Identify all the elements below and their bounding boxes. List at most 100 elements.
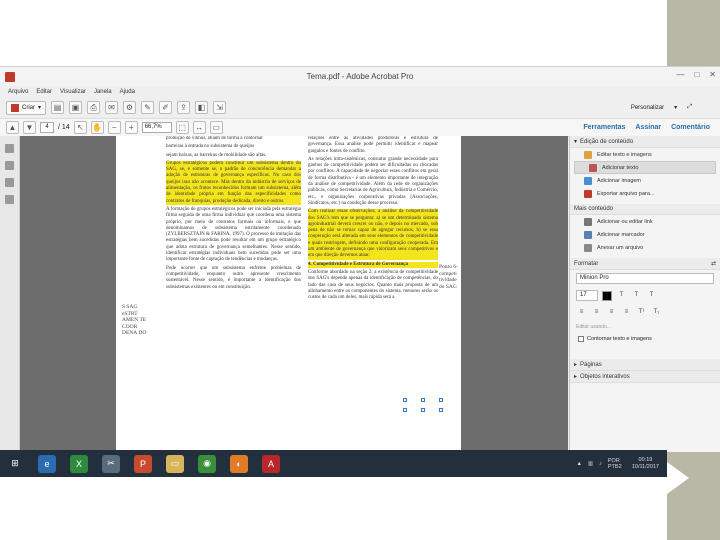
email-icon[interactable]: ✉ [105, 101, 119, 114]
font-color-swatch[interactable] [602, 290, 612, 301]
snipping-tool-icon[interactable]: ✂ [102, 454, 120, 473]
restrict-checkbox[interactable] [578, 336, 584, 342]
menu-janela[interactable]: Janela [94, 89, 112, 95]
create-button[interactable]: Criar ▾ [6, 100, 47, 115]
comment-icon[interactable]: ✎ [141, 101, 155, 114]
print-icon[interactable]: ⎙ [87, 101, 101, 114]
stamp-icon[interactable]: ◧ [195, 101, 209, 114]
paperclip-icon [584, 243, 592, 252]
time: 00:19 [638, 456, 653, 463]
language-indicator[interactable]: POR PTB2 [608, 458, 626, 470]
section-label: Páginas [580, 361, 602, 368]
document-area: S SAG eSTRT AMEN TE COOR DENA DO produçã… [20, 136, 568, 452]
section-label: Formatar [574, 260, 599, 267]
section-label: Mais conteúdo [574, 206, 614, 212]
add-bookmark-item[interactable]: Adicionar marcador [570, 228, 720, 241]
collapse-icon[interactable]: ⇄ [711, 260, 716, 267]
restrict-checkbox-row[interactable]: Contornar texto e imagens [570, 333, 720, 345]
fit-width-icon[interactable]: ↔ [192, 121, 206, 134]
font-select[interactable]: Minion Pro [576, 273, 714, 284]
minimize-icon[interactable]: — [676, 70, 684, 79]
bold-icon[interactable]: T [616, 290, 627, 301]
personalizar-menu[interactable]: Personalizar ▾ ⤢ [631, 104, 692, 111]
windows-taskbar: ⊞ e X ✂ P ▭ ◉ ◐ A ▲ ▥ ♪ POR PTB2 00:19 1… [0, 450, 667, 477]
tab-ferramentas[interactable]: Ferramentas [583, 124, 625, 131]
edit-content-header[interactable]: ▾ Edição de conteúdo [570, 136, 720, 148]
font-size-select[interactable]: 17 [576, 290, 598, 301]
menu-bar: Arquivo Editar Visualizar Janela Ajuda [0, 86, 720, 97]
underline-icon[interactable]: T [646, 290, 657, 301]
more-content-header[interactable]: Mais conteúdo [570, 204, 720, 215]
menu-arquivo[interactable]: Arquivo [8, 89, 28, 95]
format-header[interactable]: Formatar ⇄ [570, 258, 720, 270]
align-right-icon[interactable]: ≡ [606, 307, 617, 318]
menu-ajuda[interactable]: Ajuda [120, 89, 135, 95]
section-label: Objetos interativos [580, 373, 630, 380]
resize-handle[interactable] [439, 408, 443, 412]
attach-file-item[interactable]: Anexar um arquivo [570, 241, 720, 254]
network-icon[interactable]: ▥ [588, 461, 593, 467]
resize-handle[interactable] [421, 408, 425, 412]
subscript-icon[interactable]: T₁ [651, 307, 662, 318]
volume-icon[interactable]: ♪ [599, 461, 602, 467]
prev-page-icon[interactable]: ▲ [6, 121, 19, 134]
next-page-icon[interactable]: ▼ [23, 121, 36, 134]
paragraph: barreiras à entrada no subsistema de que… [166, 144, 255, 150]
expand-icon[interactable]: ⤢ [687, 104, 692, 111]
pages-header[interactable]: ▸ Páginas [570, 359, 720, 371]
page-total: / 14 [58, 124, 70, 131]
add-link-item[interactable]: Adicionar ou editar link [570, 215, 720, 228]
zoom-in-icon[interactable]: + [124, 121, 138, 134]
resize-handle[interactable] [403, 408, 407, 412]
alignment-row: ≡ ≡ ≡ ≡ T¹ T₁ [570, 304, 720, 321]
edit-text-images-item[interactable]: Editar texto e imagens [570, 148, 720, 161]
windows-start-icon[interactable]: ⊞ [6, 455, 24, 473]
open-folder-icon[interactable]: ▤ [51, 101, 65, 114]
menu-editar[interactable]: Editar [36, 89, 52, 95]
attachments-icon[interactable] [5, 178, 14, 187]
fit-page-icon[interactable]: ⬚ [175, 121, 189, 134]
hand-tool-icon[interactable]: ✋ [90, 121, 104, 134]
chevron-up-icon[interactable]: ▲ [576, 461, 581, 467]
maximize-icon[interactable]: □ [694, 70, 699, 79]
export-file-item[interactable]: Exportar arquivo para... [570, 187, 720, 200]
share-icon[interactable]: ⇪ [177, 101, 191, 114]
italic-icon[interactable]: T [631, 290, 642, 301]
tab-comentario[interactable]: Comentário [671, 124, 710, 131]
align-left-icon[interactable]: ≡ [576, 307, 587, 318]
zoom-out-icon[interactable]: − [107, 121, 121, 134]
clock[interactable]: 00:19 10/11/2017 [632, 457, 659, 471]
select-tool-icon[interactable]: ↖ [73, 121, 87, 134]
internet-explorer-icon[interactable]: e [38, 454, 56, 473]
highlight-icon[interactable]: ✐ [159, 101, 173, 114]
tab-assinar[interactable]: Assinar [635, 124, 661, 131]
excel-icon[interactable]: X [70, 454, 88, 473]
read-mode-icon[interactable]: ▭ [209, 121, 223, 134]
file-explorer-icon[interactable]: ▭ [166, 454, 184, 473]
chrome-icon[interactable]: ◉ [198, 454, 216, 473]
signatures-icon[interactable] [5, 195, 14, 204]
interactive-objects-header[interactable]: ▸ Objetos interativos [570, 371, 720, 383]
align-center-icon[interactable]: ≡ [591, 307, 602, 318]
resize-handle[interactable] [403, 398, 407, 402]
add-text-item[interactable]: Adicionar texto [574, 161, 716, 174]
acrobat-taskbar-icon[interactable]: A [262, 454, 280, 473]
powerpoint-icon[interactable]: P [134, 454, 152, 473]
page-thumbnails-icon[interactable] [5, 144, 14, 153]
add-image-item[interactable]: Adicionar imagem [570, 174, 720, 187]
menu-visualizar[interactable]: Visualizar [60, 89, 86, 95]
resize-handle[interactable] [439, 398, 443, 402]
resize-handle[interactable] [421, 398, 425, 402]
justify-icon[interactable]: ≡ [621, 307, 632, 318]
page-number-input[interactable]: 4 [40, 122, 54, 133]
zoom-select[interactable]: 66,7% [141, 122, 172, 133]
superscript-icon[interactable]: T¹ [636, 307, 647, 318]
settings-icon[interactable]: ⚙ [123, 101, 137, 114]
bookmarks-icon[interactable] [5, 161, 14, 170]
firefox-icon[interactable]: ◐ [230, 454, 248, 473]
export-icon[interactable]: ⇲ [213, 101, 227, 114]
navigation-pane [0, 136, 20, 452]
text-selection-handles[interactable] [403, 398, 443, 412]
close-icon[interactable]: ✕ [709, 70, 716, 79]
save-icon[interactable]: ▣ [69, 101, 83, 114]
